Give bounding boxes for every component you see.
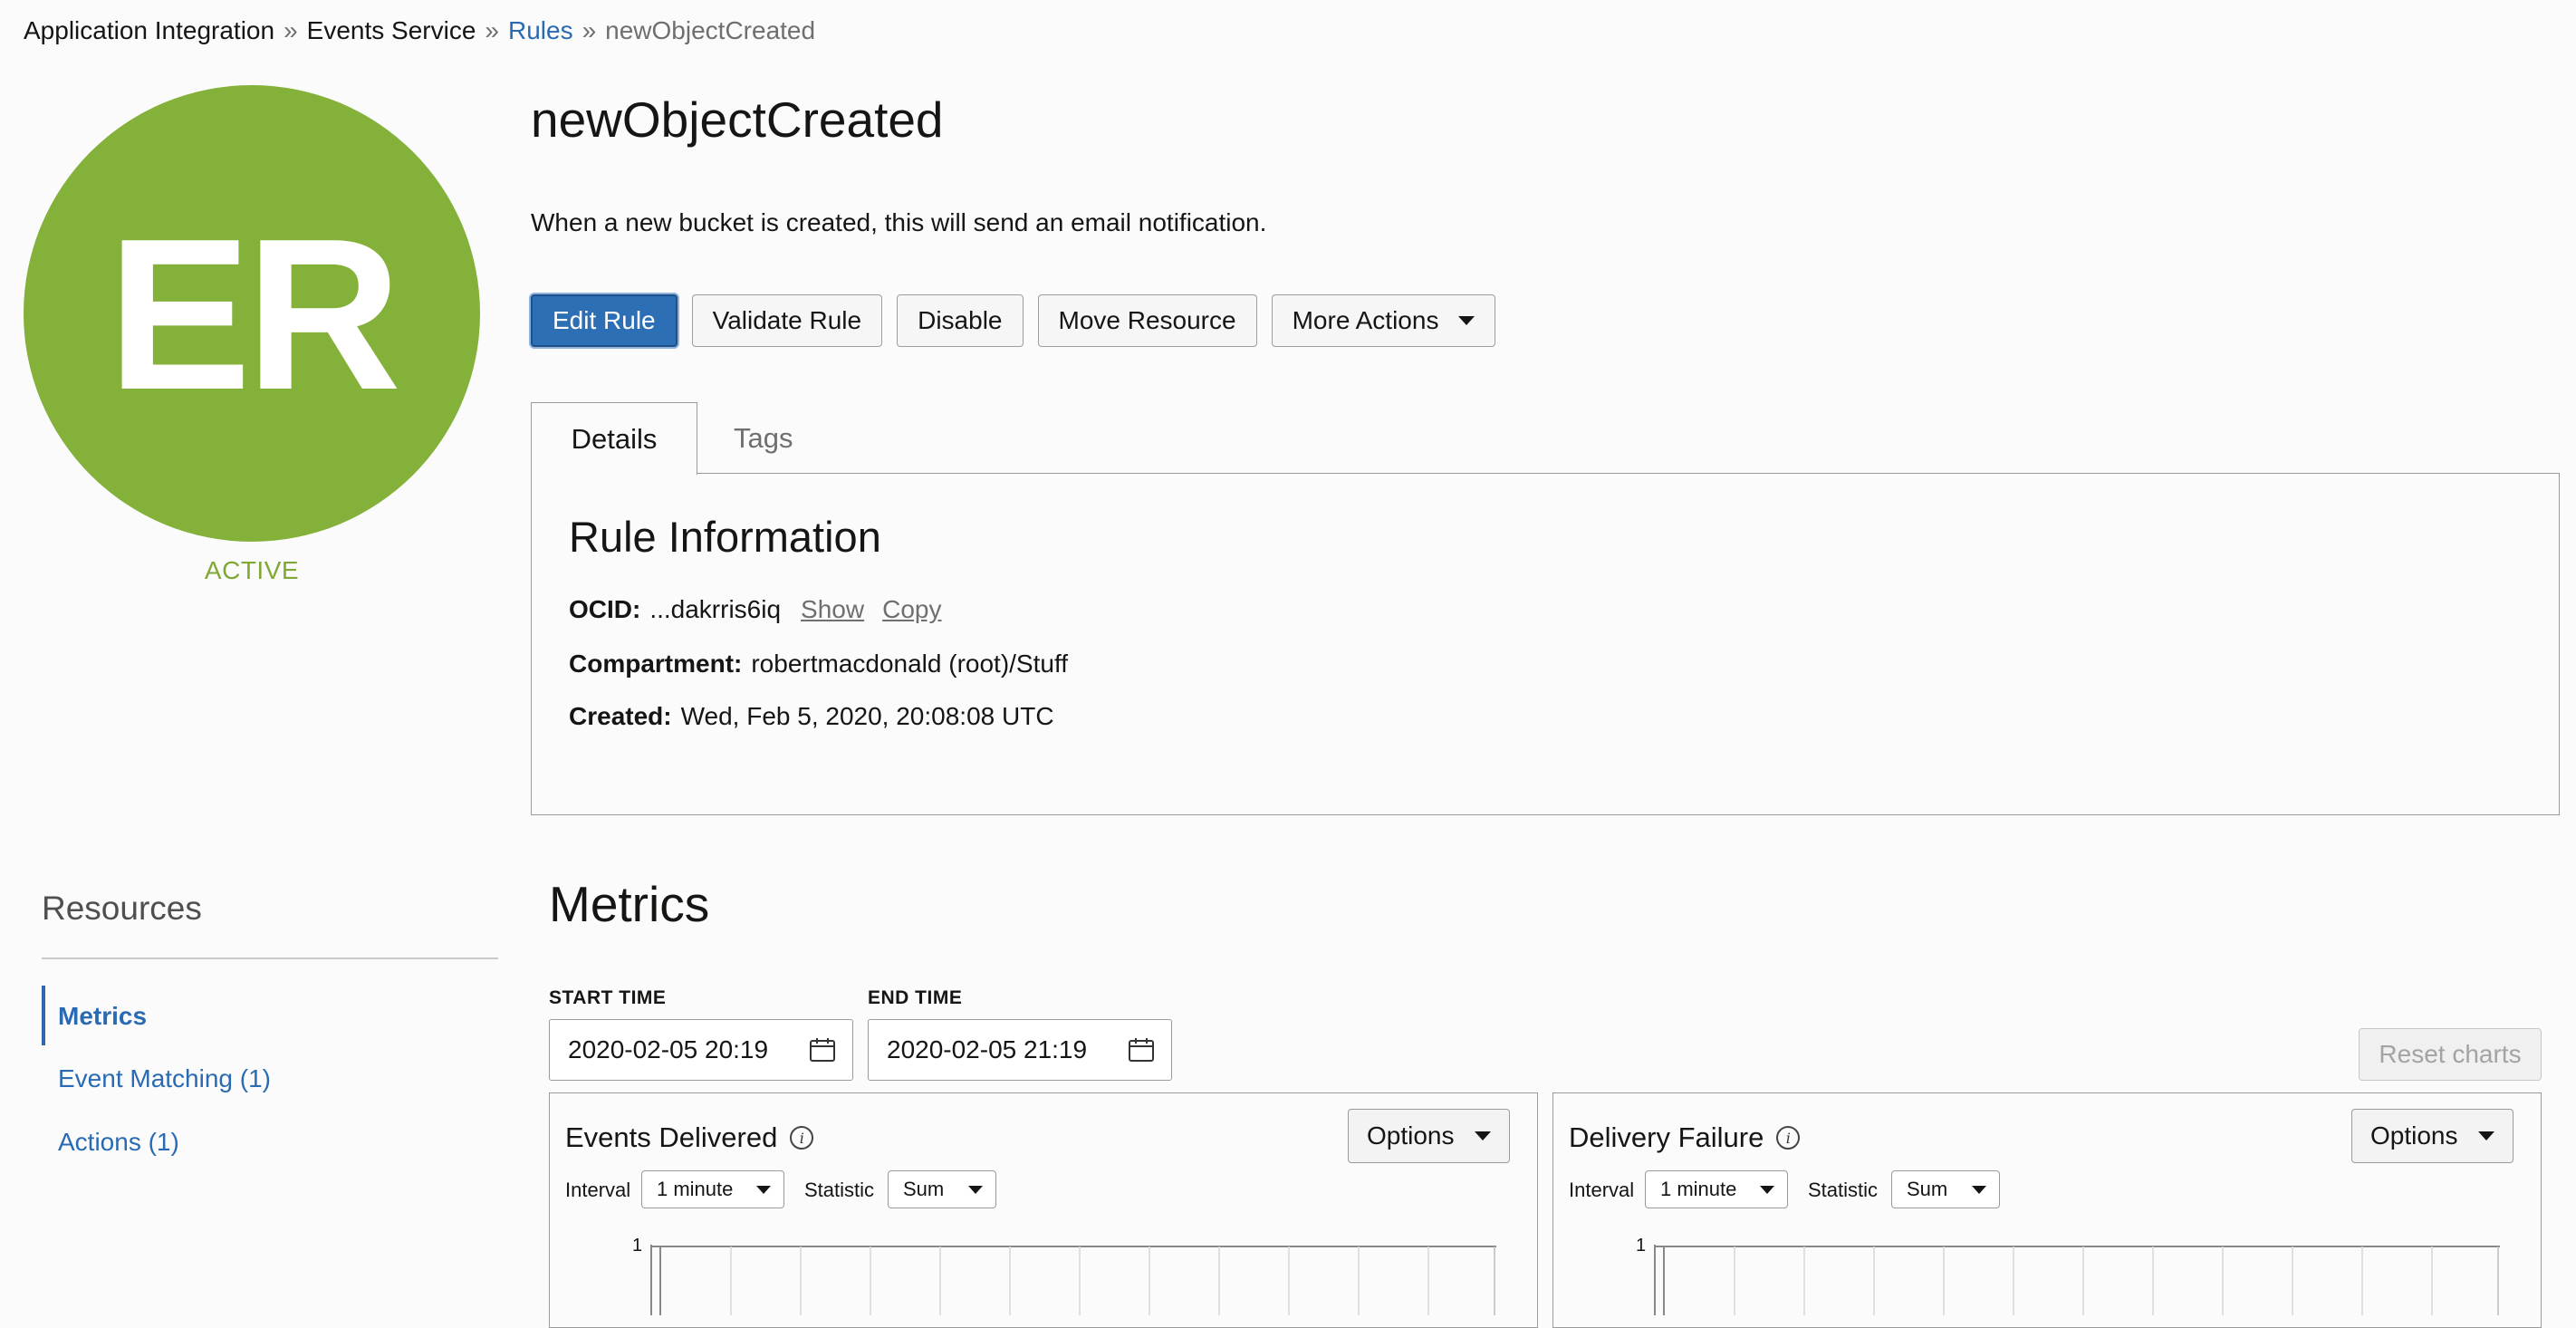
interval-select[interactable]: 1 minute xyxy=(641,1170,784,1208)
resources-item-metrics[interactable]: Metrics xyxy=(58,1002,147,1031)
avatar: ER xyxy=(24,85,480,542)
breadcrumb-rules-link[interactable]: Rules xyxy=(508,16,573,44)
options-label: Options xyxy=(2370,1121,2458,1150)
calendar-icon[interactable] xyxy=(809,1036,836,1063)
rule-description: When a new bucket is created, this will … xyxy=(531,208,1267,236)
chart-plot-area xyxy=(650,1245,1496,1315)
end-time-label: END TIME xyxy=(868,987,963,1008)
events-delivered-title: Events Delivered i xyxy=(565,1121,814,1154)
caret-down-icon xyxy=(968,1185,983,1194)
statistic-select[interactable]: Sum xyxy=(888,1170,996,1208)
avatar-initials: ER xyxy=(107,195,402,435)
breadcrumb-application-integration[interactable]: Application Integration xyxy=(24,16,274,44)
calendar-icon[interactable] xyxy=(1128,1036,1155,1063)
compartment-label: Compartment: xyxy=(569,650,743,678)
end-time-field[interactable]: 2020-02-05 21:19 xyxy=(868,1019,1172,1081)
interval-label: Interval xyxy=(565,1179,631,1201)
interval-label: Interval xyxy=(1569,1179,1635,1201)
ocid-label: OCID: xyxy=(569,595,641,623)
breadcrumb-separator: » xyxy=(485,16,499,44)
reset-charts-button[interactable]: Reset charts xyxy=(2359,1028,2542,1081)
start-time-field[interactable]: 2020-02-05 20:19 xyxy=(549,1019,853,1081)
disable-button[interactable]: Disable xyxy=(897,294,1024,347)
more-actions-button[interactable]: More Actions xyxy=(1271,294,1496,347)
statistic-label: Statistic xyxy=(804,1179,875,1201)
more-actions-label: More Actions xyxy=(1292,306,1439,334)
breadcrumb-separator: » xyxy=(284,16,298,44)
caret-down-icon xyxy=(2477,1131,2494,1140)
breadcrumb-separator: » xyxy=(582,16,597,44)
resources-item-actions[interactable]: Actions (1) xyxy=(58,1128,179,1157)
breadcrumb-events-service[interactable]: Events Service xyxy=(307,16,476,44)
show-ocid-link[interactable]: Show xyxy=(801,595,864,623)
interval-value: 1 minute xyxy=(657,1178,734,1200)
caret-down-icon xyxy=(1972,1185,1986,1194)
created-value: Wed, Feb 5, 2020, 20:08:08 UTC xyxy=(680,702,1054,730)
info-icon[interactable]: i xyxy=(790,1126,814,1150)
chart-title: Events Delivered xyxy=(565,1121,778,1153)
created-row: Created: Wed, Feb 5, 2020, 20:08:08 UTC xyxy=(569,702,1054,731)
breadcrumb: Application Integration » Events Service » R… xyxy=(24,16,815,45)
chart-plot-area xyxy=(1654,1245,2500,1315)
y-axis-tick: 1 xyxy=(1636,1236,1647,1256)
info-icon[interactable]: i xyxy=(1776,1126,1801,1150)
tab-details[interactable]: Details xyxy=(531,402,697,475)
resources-heading: Resources xyxy=(42,890,202,927)
statistic-select[interactable]: Sum xyxy=(1891,1170,2000,1208)
delivery-failure-title: Delivery Failure i xyxy=(1569,1121,1801,1154)
statistic-value: Sum xyxy=(1907,1178,1948,1200)
statistic-value: Sum xyxy=(903,1178,945,1200)
page-title: newObjectCreated xyxy=(531,91,944,148)
ocid-row: OCID: ...dakrris6iq Show Copy xyxy=(569,595,941,624)
compartment-value: robertmacdonald (root)/Stuff xyxy=(751,650,1069,678)
caret-down-icon xyxy=(1458,316,1475,325)
options-button[interactable]: Options xyxy=(1348,1109,1510,1163)
y-axis-tick: 1 xyxy=(632,1236,643,1256)
resources-item-event-matching[interactable]: Event Matching (1) xyxy=(58,1064,271,1093)
caret-down-icon xyxy=(756,1185,771,1194)
move-resource-button[interactable]: Move Resource xyxy=(1037,294,1257,347)
rule-information-heading: Rule Information xyxy=(569,513,881,561)
edit-rule-button[interactable]: Edit Rule xyxy=(531,294,678,347)
active-indicator xyxy=(42,986,45,1045)
tab-tags[interactable]: Tags xyxy=(712,402,814,475)
copy-ocid-link[interactable]: Copy xyxy=(882,595,941,623)
metrics-heading: Metrics xyxy=(549,876,710,932)
start-time-value: 2020-02-05 20:19 xyxy=(568,1035,769,1063)
options-label: Options xyxy=(1367,1121,1455,1150)
caret-down-icon xyxy=(1474,1131,1491,1140)
created-label: Created: xyxy=(569,702,672,730)
start-time-label: START TIME xyxy=(549,987,667,1008)
validate-rule-button[interactable]: Validate Rule xyxy=(691,294,883,347)
status-label: ACTIVE xyxy=(204,556,300,584)
interval-select[interactable]: 1 minute xyxy=(1645,1170,1788,1208)
statistic-label: Statistic xyxy=(1808,1179,1879,1201)
chart-title: Delivery Failure xyxy=(1569,1121,1764,1153)
interval-value: 1 minute xyxy=(1660,1178,1737,1200)
action-toolbar: Edit Rule Validate Rule Disable Move Res… xyxy=(531,294,1496,347)
end-time-value: 2020-02-05 21:19 xyxy=(887,1035,1088,1063)
resources-divider xyxy=(42,958,498,959)
compartment-row: Compartment: robertmacdonald (root)/Stuff xyxy=(569,650,1068,678)
ocid-value: ...dakrris6iq xyxy=(649,595,782,623)
caret-down-icon xyxy=(1760,1185,1774,1194)
breadcrumb-current: newObjectCreated xyxy=(605,16,816,44)
options-button[interactable]: Options xyxy=(2351,1109,2514,1163)
